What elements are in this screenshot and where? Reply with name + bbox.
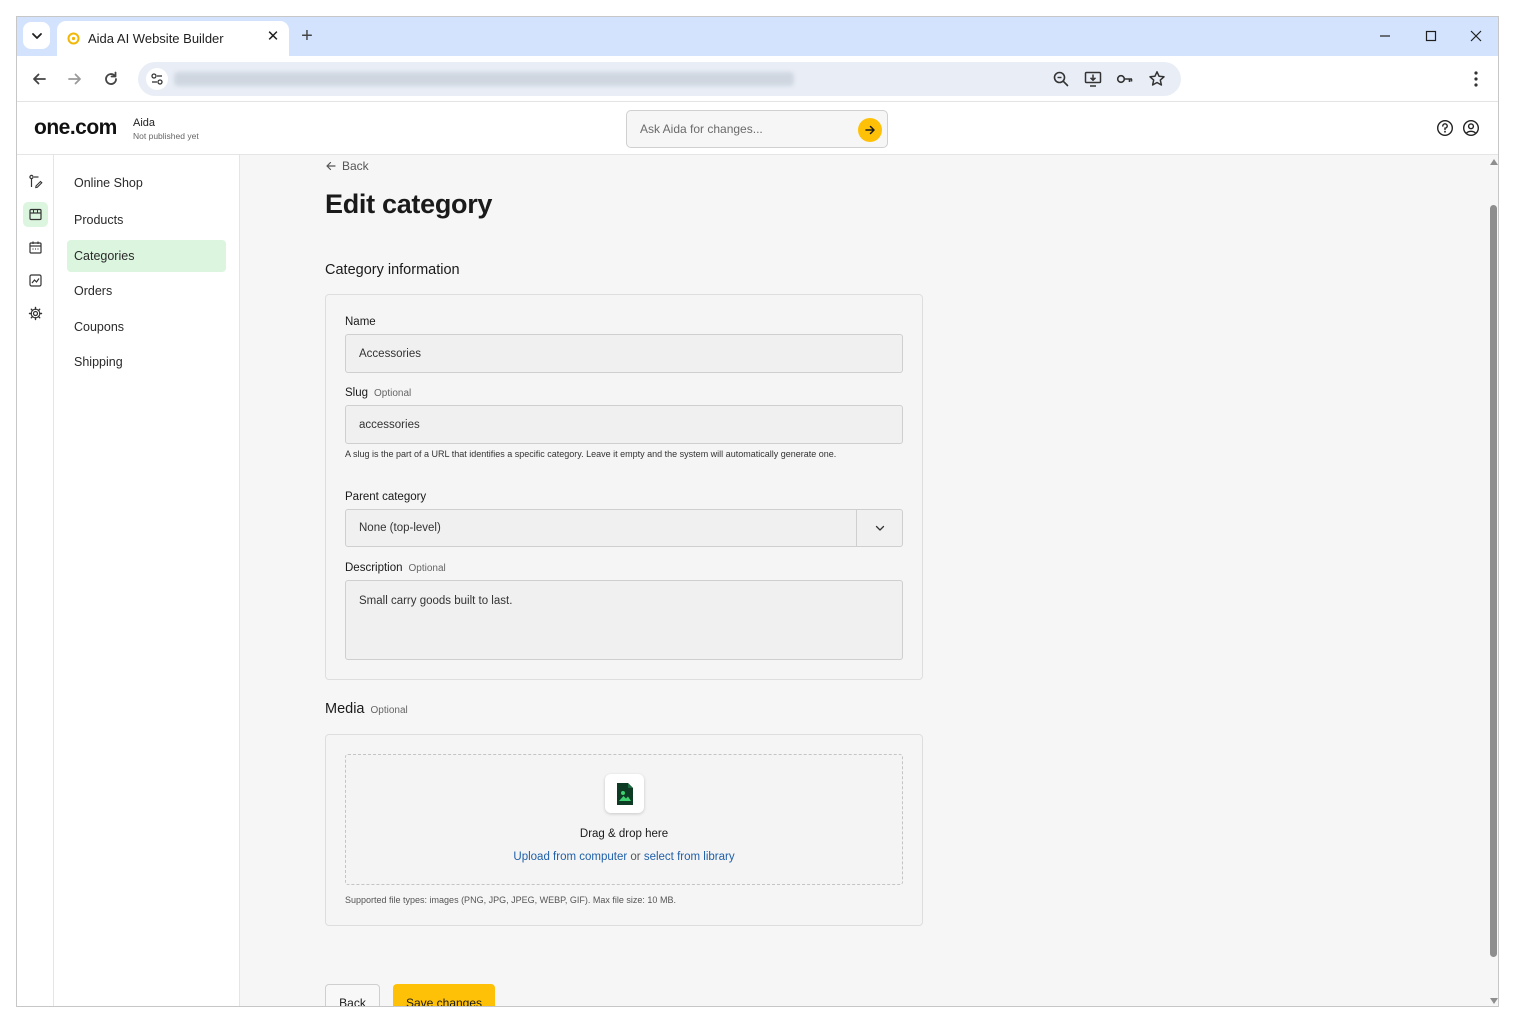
scrollbar-thumb[interactable] [1490,205,1497,957]
bookmark-star-icon[interactable] [1147,69,1167,89]
name-label: Name [345,316,376,328]
nav-item-coupons[interactable]: Coupons [67,311,226,343]
browser-window: Aida AI Website Builder ✕ + one.com Aida… [16,16,1499,1007]
tune-icon [151,73,163,85]
edit-flow-icon [29,174,43,189]
browser-tab-active[interactable]: Aida AI Website Builder ✕ [57,21,289,56]
browser-menu-icon[interactable] [1468,68,1484,90]
account-icon[interactable] [1462,119,1480,137]
back-link-label: Back [342,159,369,173]
dropzone-title: Drag & drop here [579,828,669,840]
slug-optional-tag: Optional [374,388,412,399]
parent-category-label: Parent category [345,491,427,503]
scroll-up-arrow-icon[interactable] [1490,159,1498,165]
parent-category-value: None (top-level) [359,522,441,534]
supported-file-types-note: Supported file types: images (PNG, JPG, … [345,895,676,905]
icon-rail [17,155,54,1006]
dropzone-links: Upload from computer or select from libr… [346,851,902,863]
calendar-icon [29,241,42,254]
scroll-down-arrow-icon[interactable] [1490,998,1498,1004]
parent-category-dropdown-button[interactable] [856,510,902,546]
rail-editor-button[interactable] [23,169,48,194]
select-from-library-link[interactable]: select from library [644,851,735,863]
help-icon[interactable] [1436,119,1454,137]
site-name: Aida [133,117,156,129]
rail-shop-button[interactable] [23,202,48,227]
site-info-button[interactable] [146,68,168,90]
back-arrow-icon[interactable] [28,68,50,90]
maximize-icon[interactable] [1420,25,1442,47]
arrow-left-icon [326,161,336,171]
tab-close-icon[interactable]: ✕ [265,29,281,45]
url-text-blurred[interactable] [174,72,794,86]
analytics-icon [29,274,42,287]
close-window-icon[interactable] [1465,25,1487,47]
slug-hint: A slug is the part of a URL that identif… [345,449,837,459]
nav-item-shipping[interactable]: Shipping [67,346,226,378]
new-tab-button[interactable]: + [297,26,317,46]
page-title: Edit category [325,189,493,219]
forward-arrow-icon[interactable] [64,68,86,90]
media-card: Drag & drop here Upload from computer or… [325,734,923,926]
media-dropzone[interactable]: Drag & drop here Upload from computer or… [345,754,903,885]
arrow-right-icon [865,125,875,135]
onecom-logo[interactable]: one.com [34,116,117,140]
chevron-down-icon [875,525,884,531]
address-bar[interactable] [138,62,1181,96]
page-scrollbar[interactable] [1488,155,1498,1006]
tab-search-button[interactable] [23,22,50,49]
rail-settings-button[interactable] [23,301,48,326]
reload-icon[interactable] [100,68,122,90]
slug-label: Slug Optional [345,387,411,399]
browser-toolbar [17,56,1498,102]
back-button[interactable]: Back [325,984,380,1006]
minimize-icon[interactable] [1374,25,1396,47]
description-textarea[interactable]: Small carry goods built to last. [345,580,903,660]
description-label-text: Description [345,562,403,574]
media-optional-tag: Optional [370,705,408,716]
upload-from-computer-link[interactable]: Upload from computer [513,851,627,863]
app-header: one.com Aida Not published yet [17,102,1498,155]
ask-aida-box [626,110,888,148]
media-heading: Media Optional [325,701,408,717]
rail-bookings-button[interactable] [23,235,48,260]
tab-strip: Aida AI Website Builder ✕ + [17,17,1498,56]
nav-item-products[interactable]: Products [67,204,226,236]
nav-item-orders[interactable]: Orders [67,275,226,307]
slug-label-text: Slug [345,387,369,399]
password-key-icon[interactable] [1115,69,1135,89]
parent-category-select[interactable]: None (top-level) [345,509,903,547]
back-link[interactable]: Back [325,159,369,173]
name-input[interactable] [345,334,903,373]
nav-item-categories[interactable]: Categories [67,240,226,272]
category-info-heading: Category information [325,262,460,278]
site-status: Not published yet [133,131,199,141]
main-content: Back Edit category Category information … [240,155,1488,1006]
slug-input[interactable] [345,405,903,444]
image-file-icon [605,774,644,813]
dropzone-or-text: or [630,851,641,863]
ask-aida-submit-button[interactable] [858,118,882,142]
zoom-icon[interactable] [1051,69,1071,89]
ask-aida-input[interactable] [628,112,853,146]
description-label: Description Optional [345,562,446,574]
rail-analytics-button[interactable] [23,268,48,293]
store-icon [29,208,42,221]
install-app-icon[interactable] [1083,69,1103,89]
chevron-down-icon [31,32,42,39]
media-heading-text: Media [325,701,365,717]
tab-title: Aida AI Website Builder [88,31,224,46]
description-optional-tag: Optional [408,563,446,574]
category-info-card: Name Slug Optional A slug is the part of … [325,294,923,680]
gear-icon [28,306,43,321]
save-changes-button[interactable]: Save changes [393,984,495,1006]
aida-favicon-icon [67,32,80,45]
shop-side-nav: Online Shop Products Categories Orders C… [54,155,240,1006]
nav-item-online-shop[interactable]: Online Shop [67,167,226,199]
